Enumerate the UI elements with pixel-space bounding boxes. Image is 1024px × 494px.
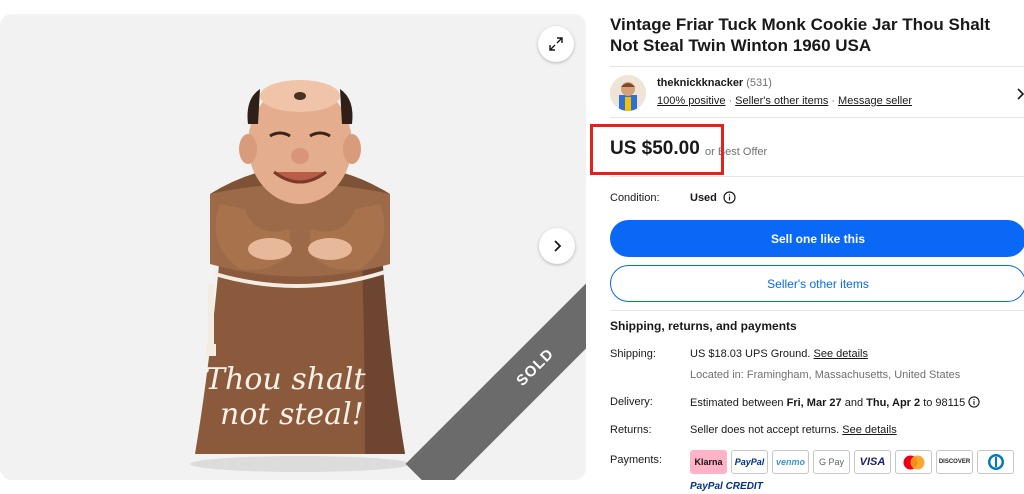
link-separator: · [728,95,733,107]
sellers-other-items-button[interactable]: Seller's other items [610,265,1024,302]
seller-other-items-link[interactable]: Seller's other items [735,95,828,107]
klarna-icon: Klarna [690,450,727,474]
mastercard-circles [903,455,924,469]
diners-club-icon [977,450,1014,474]
sell-one-like-this-button[interactable]: Sell one like this [610,220,1024,257]
listing-details: Vintage Friar Tuck Monk Cookie Jar Thou … [590,0,1024,492]
paypal-credit-icon: PayPal CREDIT [690,481,763,492]
seller-avatar-image [610,75,646,111]
seller-feedback-count: (531) [746,77,772,89]
condition-label: Condition: [610,192,660,204]
delivery-suffix: to 98115 [923,397,966,409]
returns-details-link[interactable]: See details [842,424,896,436]
diners-club-mark [987,454,1004,470]
condition-value: Used [690,192,717,204]
shipping-cost: US $18.03 UPS Ground. [690,348,811,360]
delivery-prefix: Estimated between [690,397,784,409]
shipping-details-link[interactable]: See details [814,348,868,360]
returns-label: Returns: [610,424,652,436]
seller-positive-link[interactable]: 100% positive [657,95,726,107]
sold-label: SOLD [512,344,558,390]
visa-icon: VISA [854,450,891,474]
avatar[interactable] [610,75,646,111]
seller-links: 100% positive · Seller's other items · Messa… [657,95,912,107]
expand-image-button[interactable] [538,26,574,62]
next-image-button[interactable] [539,228,575,264]
info-icon[interactable] [723,191,736,204]
divider [610,176,1024,177]
link-separator: · [831,95,836,107]
delivery-start: Fri, Mar 27 [786,397,842,409]
payments-label: Payments: [610,454,662,466]
venmo-icon: venmo [772,450,809,474]
expand-icon [549,37,563,51]
returns-text: Seller does not accept returns. [690,424,840,436]
delivery-value: Estimated between Fri, Mar 27 and Thu, A… [690,396,980,409]
item-location: Located in: Framingham, Massachusetts, U… [690,369,961,381]
delivery-label: Delivery: [610,396,653,408]
message-seller-link[interactable]: Message seller [838,95,912,107]
shipping-label: Shipping: [610,348,656,360]
google-pay-icon: G Pay [813,450,850,474]
listing-title: Vintage Friar Tuck Monk Cookie Jar Thou … [610,15,991,55]
delivery-and: and [844,397,864,409]
jar-text-line1: Thou shalt [205,362,366,397]
mastercard-icon [895,450,932,474]
image-gallery: Thou shalt not steal! SOLD [0,14,586,480]
chevron-right-icon[interactable] [1016,87,1024,101]
discover-icon: DISCOVER [936,450,973,474]
paypal-icon: PayPal [731,450,768,474]
divider [610,310,1024,311]
seller-username[interactable]: theknickknacker [657,77,743,89]
seller-name[interactable]: theknickknacker (531) [657,77,772,89]
chevron-right-icon [554,240,562,252]
shipping-section-heading: Shipping, returns, and payments [610,319,797,333]
seller-card[interactable]: theknickknacker (531) 100% positive · Selle… [610,66,1024,118]
price-highlight-box [590,124,724,175]
product-image[interactable]: Thou shalt not steal! [150,44,450,474]
shipping-value: US $18.03 UPS Ground. See details [690,348,868,360]
returns-value: Seller does not accept returns. See deta… [690,424,897,436]
info-icon[interactable] [968,396,980,408]
paypal-credit-text: PayPal CREDIT [690,481,763,492]
payment-methods: Klarna PayPal venmo G Pay VISA DISCOVER [690,450,1014,474]
jar-text-line2: not steal! [220,397,364,432]
delivery-end: Thu, Apr 2 [866,397,921,409]
